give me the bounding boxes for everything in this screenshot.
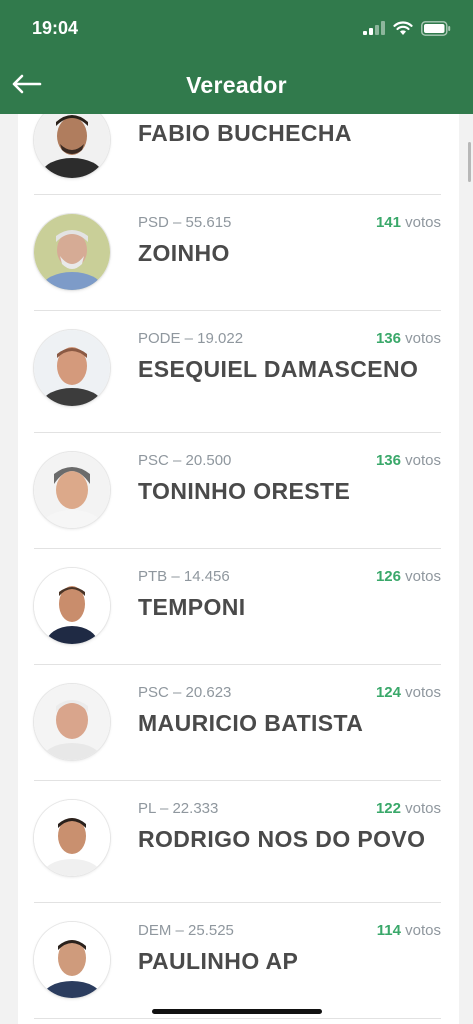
candidate-photo xyxy=(34,214,110,290)
list-item[interactable]: PSC – 20.623 124 votos MAURICIO BATISTA xyxy=(34,664,441,781)
vote-count: 114 votos xyxy=(377,922,441,939)
vote-number: 114 xyxy=(376,922,401,939)
candidate-photo xyxy=(34,568,110,644)
vote-number: 141 xyxy=(375,214,401,231)
wifi-icon xyxy=(393,20,413,35)
vote-count: 126 votos xyxy=(376,568,441,585)
list-item[interactable]: PSC – 20.500 136 votos TONINHO ORESTE xyxy=(34,432,441,549)
votes-label: votos xyxy=(405,800,441,817)
candidate-photo xyxy=(34,922,110,998)
party-number: PTB – 14.456 xyxy=(138,568,230,585)
vote-number: 122 xyxy=(375,800,401,817)
party-number: DEM – 25.525 xyxy=(138,922,234,939)
candidate-name: RODRIGO NOS DO POVO xyxy=(138,826,426,852)
candidate-name: PAULINHO AP xyxy=(138,948,299,974)
vote-count: 141 votos xyxy=(376,214,441,231)
status-bar: 19:04 xyxy=(0,0,473,56)
scrollbar[interactable] xyxy=(468,142,471,182)
status-icons xyxy=(363,18,451,38)
avatar xyxy=(34,684,110,760)
votes-label: votos xyxy=(405,922,441,939)
candidate-name: FABIO BUCHECHA xyxy=(138,120,352,146)
candidate-photo xyxy=(34,452,110,528)
party-number: PL – 22.333 xyxy=(138,800,219,817)
votes-label: votos xyxy=(405,568,441,585)
vote-number: 126 xyxy=(375,568,401,585)
party-number: PSC – 20.500 xyxy=(138,452,232,469)
avatar xyxy=(34,114,110,178)
candidate-name: MAURICIO BATISTA xyxy=(138,710,364,736)
votes-label: votos xyxy=(405,330,441,347)
party-number: PODE – 19.022 xyxy=(138,330,244,347)
list-item[interactable]: PSD – 55.615 141 votos ZOINHO xyxy=(34,194,441,311)
avatar xyxy=(34,568,110,644)
list-item[interactable]: DEM – 25.525 114 votos PAULINHO AP xyxy=(34,902,441,1019)
page-title: Vereador xyxy=(186,72,287,98)
list-item[interactable]: PODE – 19.022 136 votos ESEQUIEL DAMASCE… xyxy=(34,310,441,433)
candidate-photo xyxy=(34,800,110,876)
vote-count: 136 votos xyxy=(376,330,441,347)
battery-icon xyxy=(421,20,451,36)
vote-number: 136 xyxy=(375,452,401,469)
votes-label: votos xyxy=(405,684,441,701)
candidate-list[interactable]: FABIO BUCHECHA PSD – 55.615 141 votos ZO… xyxy=(18,114,459,1024)
list-item[interactable]: FABIO BUCHECHA xyxy=(34,114,441,195)
nav-bar: Vereador xyxy=(0,56,473,114)
candidate-name: ESEQUIEL DAMASCENO xyxy=(138,356,419,382)
candidate-name: ZOINHO xyxy=(138,240,230,266)
party-number: PSD – 55.615 xyxy=(138,214,232,231)
vote-count: 124 votos xyxy=(376,684,441,701)
cellular-signal-icon xyxy=(363,21,385,35)
candidate-photo xyxy=(34,114,110,178)
avatar xyxy=(34,452,110,528)
avatar xyxy=(34,922,110,998)
candidate-photo xyxy=(34,684,110,760)
votes-label: votos xyxy=(405,214,441,231)
candidate-name: TONINHO ORESTE xyxy=(138,478,351,504)
status-time: 19:04 xyxy=(32,18,79,38)
vote-count: 136 votos xyxy=(376,452,441,469)
vote-number: 136 xyxy=(375,330,401,347)
avatar xyxy=(34,214,110,290)
party-number: PSC – 20.623 xyxy=(138,684,232,701)
candidate-name: TEMPONI xyxy=(138,594,246,620)
candidate-photo xyxy=(34,330,110,406)
list-item[interactable]: PTB – 14.456 126 votos TEMPONI xyxy=(34,548,441,665)
vote-number: 124 xyxy=(375,684,401,701)
list-item[interactable]: PL – 22.333 122 votos RODRIGO NOS DO POV… xyxy=(34,780,441,903)
avatar xyxy=(34,800,110,876)
avatar xyxy=(34,330,110,406)
vote-count: 122 votos xyxy=(376,800,441,817)
home-indicator[interactable] xyxy=(152,1009,322,1014)
votes-label: votos xyxy=(405,452,441,469)
